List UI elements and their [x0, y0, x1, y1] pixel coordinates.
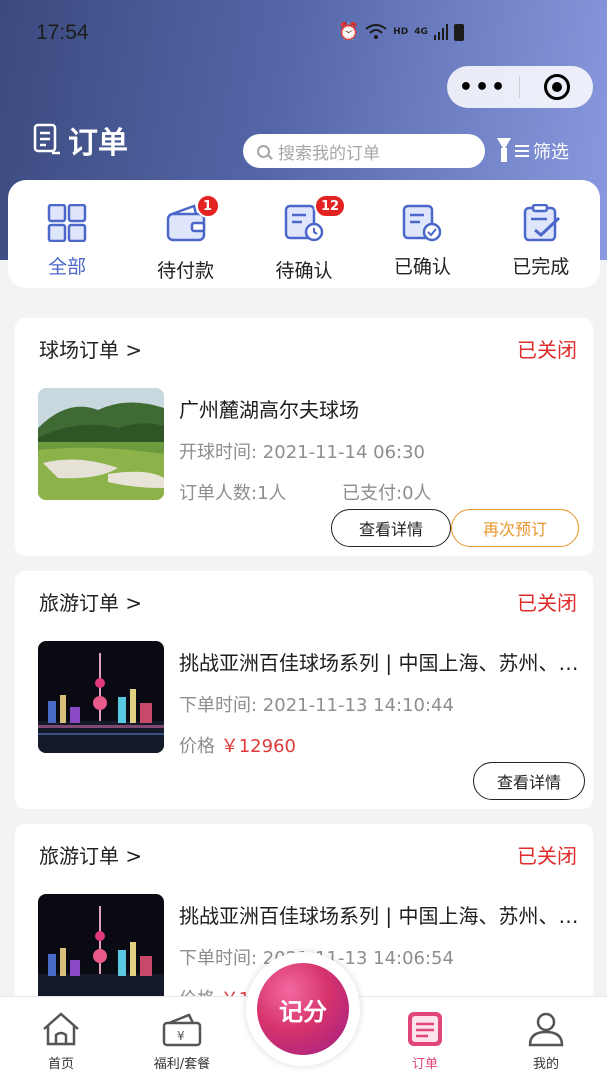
tee-time: 开球时间: 2021-11-14 06:30 [179, 442, 425, 463]
tabbar-orders[interactable]: 订单 [380, 1011, 470, 1072]
wifi-icon [365, 24, 387, 39]
status-time: 17:54 [36, 21, 89, 44]
search-placeholder: 搜索我的订单 [278, 143, 380, 164]
tabbar-label: 我的 [532, 1057, 559, 1072]
tab-confirmed[interactable]: 已确认 [363, 180, 481, 288]
more-icon[interactable]: ••• [447, 75, 519, 100]
rebook-button[interactable]: 再次预订 [451, 509, 579, 547]
tabbar-welfare[interactable]: ¥ 福利/套餐 [137, 1011, 227, 1072]
order-type-link[interactable]: 旅游订单 > [39, 840, 142, 869]
order-status: 已关闭 [517, 844, 577, 868]
order-status: 已关闭 [517, 338, 577, 362]
order-counts: 订单人数:1人 已支付:0人 [179, 479, 579, 505]
filter-label: 筛选 [533, 142, 569, 163]
golf-course-thumbnail [38, 388, 164, 500]
page-title: 订单 [32, 118, 128, 162]
badge-count: 12 [313, 194, 347, 218]
user-icon [528, 1012, 564, 1047]
tab-label: 已完成 [512, 256, 570, 278]
tab-all[interactable]: 全部 [8, 180, 126, 288]
tab-pending-payment[interactable]: 1 待付款 [127, 180, 245, 288]
order-card[interactable]: 球场订单 > 已关闭 广州麓湖高尔夫球场 开球时间: 2021-11-14 06… [15, 318, 593, 556]
player-count: 订单人数:1人 [179, 483, 287, 504]
search-input[interactable]: 搜索我的订单 [243, 134, 485, 168]
badge-count: 1 [195, 194, 220, 218]
order-price-row: 价格 ￥12960 [179, 732, 579, 758]
order-info: 挑战亚洲百佳球场系列 | 中国上海、苏州、杭州 下单时间: 2021-11-13… [179, 900, 579, 1011]
city-night-thumbnail [38, 641, 164, 753]
target-icon [543, 74, 570, 100]
close-miniprogram-button[interactable] [520, 74, 593, 100]
alarm-icon: ⏰ [338, 22, 360, 42]
signal-icon [433, 24, 448, 40]
signal-badge: 4G [414, 27, 428, 37]
order-card[interactable]: 旅游订单 > 已关闭 挑战亚洲百佳球场系列 | 中国上海、苏州、杭州 下单时间:… [15, 571, 593, 809]
list-icon [515, 145, 529, 157]
score-button-label: 记分 [257, 963, 349, 1055]
document-check-icon [403, 204, 442, 242]
order-list-icon [33, 123, 60, 155]
order-time: 下单时间: 2021-11-13 14:06:54 [179, 948, 454, 969]
funnel-icon [497, 138, 511, 164]
tab-label: 全部 [48, 256, 87, 278]
order-title: 挑战亚洲百佳球场系列 | 中国上海、苏州、杭州 [179, 651, 579, 675]
score-button[interactable]: 记分 [246, 952, 360, 1066]
order-title: 挑战亚洲百佳球场系列 | 中国上海、苏州、杭州 [179, 904, 579, 928]
order-info: 广州麓湖高尔夫球场 开球时间: 2021-11-14 06:30 订单人数:1人… [179, 394, 579, 505]
order-status: 已关闭 [517, 591, 577, 615]
status-icons: ⏰ HD 4G [338, 22, 464, 42]
page-title-text: 订单 [68, 126, 128, 161]
tab-label: 待确认 [275, 260, 333, 282]
order-time: 下单时间: 2021-11-13 14:10:44 [179, 695, 454, 716]
view-details-button[interactable]: 查看详情 [331, 509, 451, 547]
order-info: 挑战亚洲百佳球场系列 | 中国上海、苏州、杭州 下单时间: 2021-11-13… [179, 647, 579, 758]
city-night-thumbnail [38, 894, 164, 1006]
order-status-tabs: 全部 1 待付款 12 待确认 已确认 已完成 [8, 180, 600, 288]
search-icon [257, 144, 270, 158]
order-title: 广州麓湖高尔夫球场 [179, 398, 359, 422]
view-details-button[interactable]: 查看详情 [473, 762, 585, 800]
miniprogram-capsule: ••• [447, 66, 593, 108]
tab-completed[interactable]: 已完成 [482, 180, 600, 288]
wallet-coupon-icon: ¥ [162, 1013, 202, 1047]
tabbar-label: 订单 [411, 1057, 438, 1072]
tabbar-home[interactable]: 首页 [16, 1011, 106, 1072]
tabbar-label: 首页 [47, 1057, 74, 1072]
battery-icon [453, 23, 464, 41]
status-bar: 17:54 ⏰ HD 4G [0, 0, 607, 64]
tabbar-mine[interactable]: 我的 [501, 1011, 591, 1072]
filter-button[interactable]: 筛选 [497, 138, 569, 164]
price-value: ￥12960 [220, 736, 296, 757]
paid-count: 已支付:0人 [342, 483, 432, 504]
order-type-link[interactable]: 旅游订单 > [39, 587, 142, 616]
clipboard-check-icon [523, 204, 560, 242]
tab-label: 已确认 [393, 256, 451, 278]
svg-text:¥: ¥ [177, 1029, 185, 1043]
price-label: 价格 [179, 736, 215, 757]
tab-pending-confirm[interactable]: 12 待确认 [245, 180, 363, 288]
orders-icon [408, 1012, 442, 1046]
network-badge: HD [393, 27, 409, 37]
grid-icon [47, 204, 87, 242]
tabbar-label: 福利/套餐 [153, 1057, 211, 1072]
home-icon [43, 1012, 79, 1046]
order-type-link[interactable]: 球场订单 > [39, 334, 142, 363]
tab-label: 待付款 [157, 260, 215, 282]
